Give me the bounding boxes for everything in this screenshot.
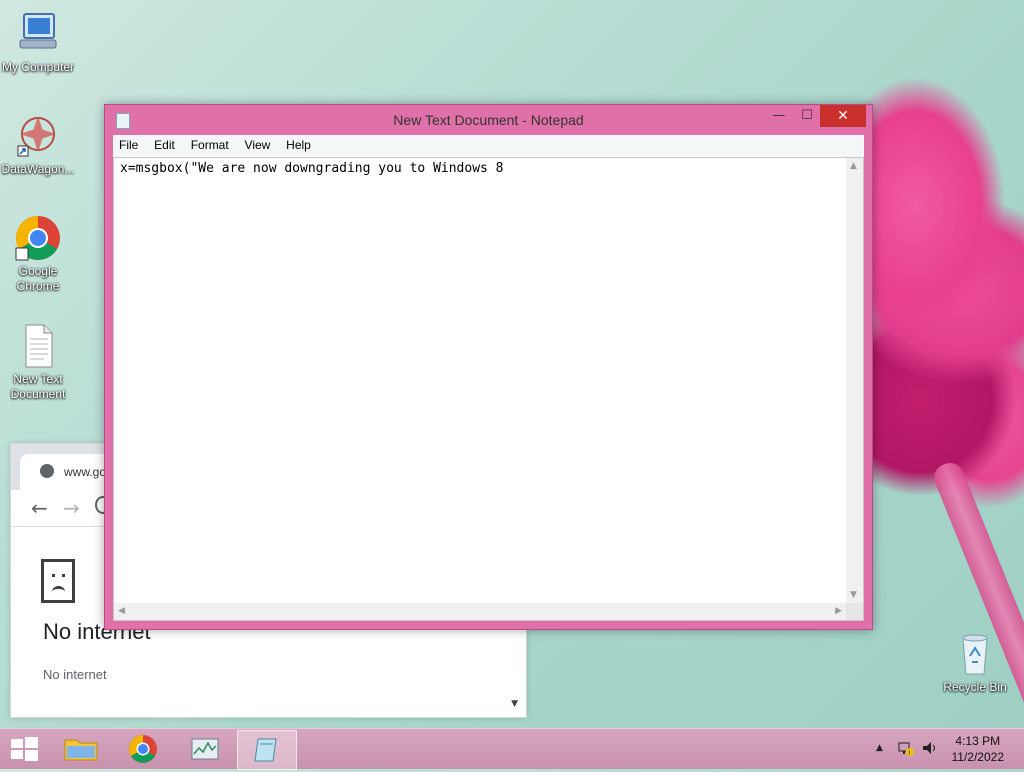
chrome-icon bbox=[129, 735, 157, 763]
wallpaper-flower-stem bbox=[930, 458, 1024, 749]
desktop-icon-my-computer[interactable]: My Computer bbox=[0, 10, 78, 75]
scrollbar-corner bbox=[846, 603, 863, 620]
document-text[interactable]: x=msgbox("We are now downgrading you to … bbox=[120, 161, 504, 176]
error-subtitle: No internet bbox=[43, 667, 107, 682]
taskbar-task-manager[interactable] bbox=[176, 730, 234, 768]
menu-format[interactable]: Format bbox=[185, 135, 235, 152]
minimize-button[interactable]: — bbox=[766, 105, 792, 127]
desktop-icon-label: New Text Document bbox=[10, 372, 66, 401]
scroll-right-arrow-icon[interactable]: ▶ bbox=[835, 606, 842, 616]
notepad-icon bbox=[254, 738, 277, 762]
scroll-down-arrow-icon[interactable]: ▼ bbox=[511, 699, 518, 709]
desktop-icon-recycle-bin[interactable]: Recycle Bin bbox=[935, 630, 1015, 695]
notepad-window[interactable]: New Text Document - Notepad — ☐ ✕ File E… bbox=[104, 104, 873, 630]
chrome-icon bbox=[14, 214, 62, 262]
close-button[interactable]: ✕ bbox=[820, 105, 866, 127]
maximize-button[interactable]: ☐ bbox=[794, 105, 820, 127]
chrome-tab-title: www.go bbox=[64, 465, 107, 479]
clock-date: 11/2/2022 bbox=[951, 750, 1005, 764]
horizontal-scrollbar[interactable]: ◀ ▶ bbox=[114, 603, 846, 620]
folder-icon bbox=[64, 739, 98, 761]
system-clock[interactable]: 4:13 PM 11/2/2022 bbox=[952, 733, 1005, 765]
windows-logo-icon bbox=[11, 737, 38, 761]
globe-icon bbox=[40, 464, 54, 478]
taskbar-file-explorer[interactable] bbox=[52, 730, 110, 768]
text-editor-area[interactable]: x=msgbox("We are now downgrading you to … bbox=[113, 157, 864, 621]
svg-text:!: ! bbox=[908, 750, 910, 757]
desktop-icon-label: Google Chrome bbox=[16, 264, 60, 293]
task-manager-icon bbox=[191, 738, 219, 760]
start-button[interactable] bbox=[0, 730, 48, 768]
forward-arrow-icon[interactable]: → bbox=[63, 496, 80, 520]
recycle-bin-icon bbox=[951, 630, 999, 678]
text-document-icon bbox=[14, 322, 62, 370]
menu-view[interactable]: View bbox=[239, 135, 277, 152]
menu-help[interactable]: Help bbox=[280, 135, 317, 152]
desktop-icon-datawagon[interactable]: DataWagon... bbox=[0, 112, 78, 177]
desktop-icon-label: DataWagon... bbox=[1, 162, 75, 176]
menu-bar: File Edit Format View Help bbox=[113, 135, 864, 157]
window-title: New Text Document - Notepad bbox=[393, 112, 584, 128]
network-icon[interactable]: ! bbox=[897, 739, 915, 760]
scroll-down-arrow-icon[interactable]: ▼ bbox=[850, 590, 857, 600]
taskbar-notepad[interactable] bbox=[237, 730, 297, 770]
scroll-left-arrow-icon[interactable]: ◀ bbox=[118, 606, 125, 616]
volume-icon[interactable] bbox=[921, 739, 939, 760]
datawagon-icon bbox=[14, 112, 62, 160]
taskbar: ▲ ! 4:13 PM 11/2/2022 bbox=[0, 728, 1024, 770]
sad-page-icon bbox=[41, 559, 75, 603]
menu-edit[interactable]: Edit bbox=[148, 135, 181, 152]
desktop-icon-google-chrome[interactable]: Google Chrome bbox=[0, 214, 78, 294]
show-hidden-icons-chevron[interactable]: ▲ bbox=[876, 743, 883, 753]
vertical-scrollbar[interactable]: ▲ ▼ bbox=[846, 158, 863, 603]
menu-file[interactable]: File bbox=[113, 135, 144, 152]
taskbar-google-chrome[interactable] bbox=[114, 730, 172, 768]
scroll-up-arrow-icon[interactable]: ▲ bbox=[850, 161, 857, 171]
desktop-icon-new-text-document[interactable]: New Text Document bbox=[0, 322, 78, 402]
computer-icon bbox=[14, 10, 62, 58]
desktop-icon-label: Recycle Bin bbox=[943, 680, 1007, 694]
desktop-icon-label: My Computer bbox=[1, 60, 75, 74]
clock-time: 4:13 PM bbox=[955, 734, 1001, 748]
notepad-title-bar[interactable]: New Text Document - Notepad — ☐ ✕ bbox=[105, 105, 872, 135]
back-arrow-icon[interactable]: ← bbox=[31, 496, 48, 520]
